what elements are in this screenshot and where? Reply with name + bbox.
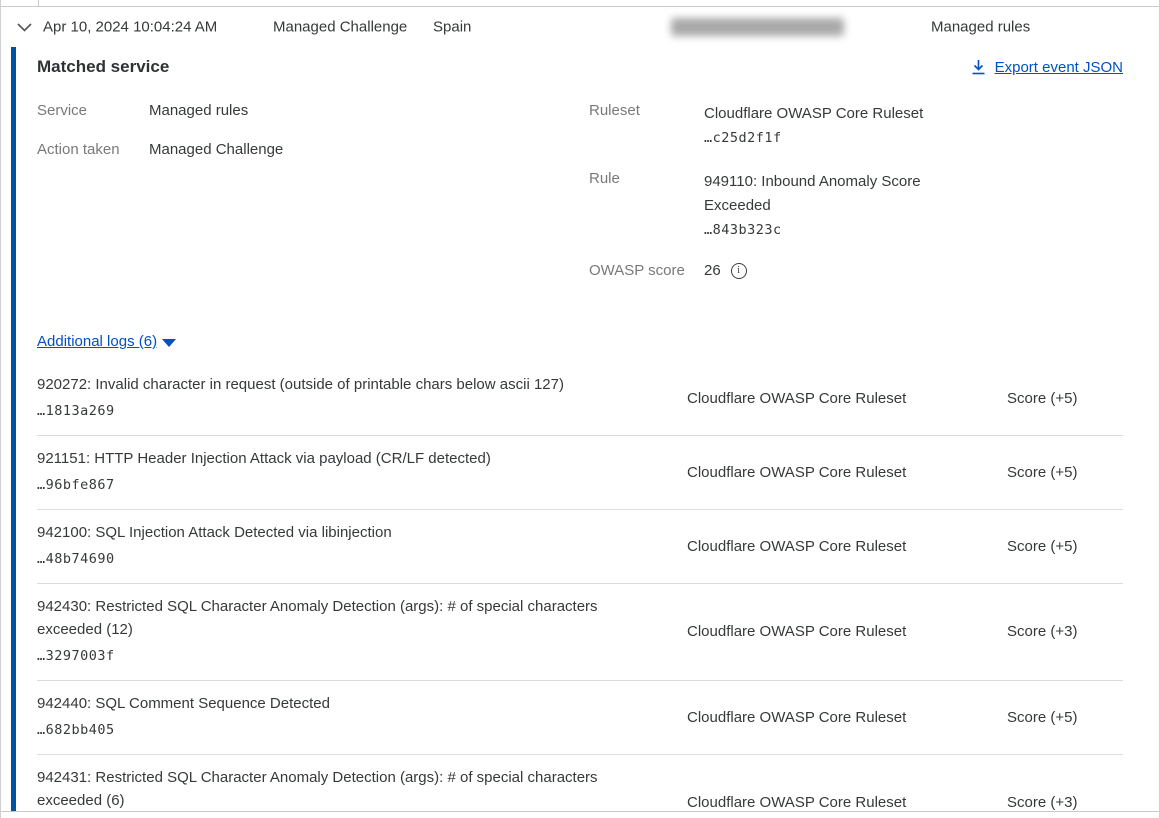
export-link-label: Export event JSON <box>995 59 1123 76</box>
collapse-row-button[interactable] <box>13 16 35 38</box>
log-ruleset: Cloudflare OWASP Core Ruleset <box>687 709 1007 726</box>
log-description: 920272: Invalid character in request (ou… <box>37 373 687 423</box>
caret-down-icon <box>162 339 176 347</box>
log-row: 942431: Restricted SQL Character Anomaly… <box>37 755 1123 818</box>
log-rule-title: 942430: Restricted SQL Character Anomaly… <box>37 595 622 641</box>
rule-name: 949110: Inbound Anomaly Score Exceeded <box>704 173 921 214</box>
log-row: 921151: HTTP Header Injection Attack via… <box>37 436 1123 510</box>
log-rule-title: 921151: HTTP Header Injection Attack via… <box>37 447 622 470</box>
log-ruleset: Cloudflare OWASP Core Ruleset <box>687 538 1007 555</box>
log-row: 942100: SQL Injection Attack Detected vi… <box>37 510 1123 584</box>
event-action: Managed Challenge <box>273 19 407 36</box>
rule-field: Rule 949110: Inbound Anomaly Score Excee… <box>589 170 954 242</box>
service-value: Managed rules <box>149 102 248 119</box>
log-rule-title: 942440: SQL Comment Sequence Detected <box>37 692 622 715</box>
section-title: Matched service <box>37 57 169 77</box>
log-description: 942100: SQL Injection Attack Detected vi… <box>37 521 687 571</box>
previous-row-border <box>1 0 1159 7</box>
log-score: Score (+5) <box>1007 464 1123 481</box>
firewall-event-detail: Apr 10, 2024 10:04:24 AM Managed Challen… <box>0 0 1160 818</box>
log-rule-title: 942100: SQL Injection Attack Detected vi… <box>37 521 622 544</box>
event-service: Managed rules <box>931 19 1030 36</box>
active-row-indicator <box>11 47 16 811</box>
export-event-json-link[interactable]: Export event JSON <box>971 59 1123 76</box>
matched-service-fields: Service Managed rules Action taken Manag… <box>37 102 1123 299</box>
rule-label: Rule <box>589 170 704 242</box>
log-score: Score (+3) <box>1007 623 1123 640</box>
service-field: Service Managed rules <box>37 102 589 119</box>
redacted-host-value <box>671 18 844 36</box>
event-timestamp: Apr 10, 2024 10:04:24 AM <box>43 19 217 36</box>
ruleset-id-hash: …c25d2f1f <box>704 130 782 146</box>
additional-logs-toggle[interactable]: Additional logs (6) <box>37 333 176 350</box>
log-rule-title: 920272: Invalid character in request (ou… <box>37 373 622 396</box>
action-taken-value: Managed Challenge <box>149 141 283 158</box>
log-score: Score (+5) <box>1007 538 1123 555</box>
event-row[interactable]: Apr 10, 2024 10:04:24 AM Managed Challen… <box>1 7 1159 47</box>
ruleset-value: Cloudflare OWASP Core Ruleset …c25d2f1f <box>704 102 954 150</box>
rule-value: 949110: Inbound Anomaly Score Exceeded …… <box>704 170 954 242</box>
log-ruleset: Cloudflare OWASP Core Ruleset <box>687 464 1007 481</box>
owasp-score-field: OWASP score 26 i <box>589 262 954 279</box>
log-description: 942431: Restricted SQL Character Anomaly… <box>37 766 687 818</box>
log-description: 942430: Restricted SQL Character Anomaly… <box>37 595 687 668</box>
log-description: 921151: HTTP Header Injection Attack via… <box>37 447 687 497</box>
owasp-score-value: 26 <box>704 262 721 279</box>
log-rule-id-hash: …96bfe867 <box>37 473 687 497</box>
event-country: Spain <box>433 19 471 36</box>
download-icon <box>971 59 986 75</box>
log-ruleset: Cloudflare OWASP Core Ruleset <box>687 623 1007 640</box>
service-label: Service <box>37 102 149 119</box>
log-score: Score (+5) <box>1007 390 1123 407</box>
event-detail-panel: Matched service Export event JSON Servic… <box>1 47 1159 811</box>
ruleset-label: Ruleset <box>589 102 704 150</box>
log-row: 920272: Invalid character in request (ou… <box>37 362 1123 436</box>
log-rule-id-hash: …1813a269 <box>37 399 687 423</box>
log-ruleset: Cloudflare OWASP Core Ruleset <box>687 390 1007 407</box>
log-rule-id-hash: …682bb405 <box>37 718 687 742</box>
log-rule-id-hash: …48b74690 <box>37 547 687 571</box>
ruleset-name: Cloudflare OWASP Core Ruleset <box>704 105 923 122</box>
fields-left-column: Service Managed rules Action taken Manag… <box>37 102 589 299</box>
detail-header: Matched service Export event JSON <box>37 57 1123 77</box>
log-ruleset: Cloudflare OWASP Core Ruleset <box>687 794 1007 811</box>
column-divider-tick <box>38 0 39 7</box>
log-description: 942440: SQL Comment Sequence Detected …6… <box>37 692 687 742</box>
action-taken-field: Action taken Managed Challenge <box>37 141 589 158</box>
owasp-score-label: OWASP score <box>589 262 704 279</box>
ruleset-field: Ruleset Cloudflare OWASP Core Ruleset …c… <box>589 102 954 150</box>
rule-id-hash: …843b323c <box>704 222 782 238</box>
log-rule-id-hash: …3297003f <box>37 644 687 668</box>
log-row: 942430: Restricted SQL Character Anomaly… <box>37 584 1123 681</box>
action-taken-label: Action taken <box>37 141 149 158</box>
chevron-down-icon <box>17 23 32 32</box>
log-row: 942440: SQL Comment Sequence Detected …6… <box>37 681 1123 755</box>
log-rule-title: 942431: Restricted SQL Character Anomaly… <box>37 766 622 812</box>
additional-logs-table: 920272: Invalid character in request (ou… <box>37 362 1123 818</box>
fields-right-column: Ruleset Cloudflare OWASP Core Ruleset …c… <box>589 102 954 299</box>
log-score: Score (+3) <box>1007 794 1123 811</box>
info-icon[interactable]: i <box>731 263 747 279</box>
log-score: Score (+5) <box>1007 709 1123 726</box>
additional-logs-link[interactable]: Additional logs (6) <box>37 333 157 350</box>
